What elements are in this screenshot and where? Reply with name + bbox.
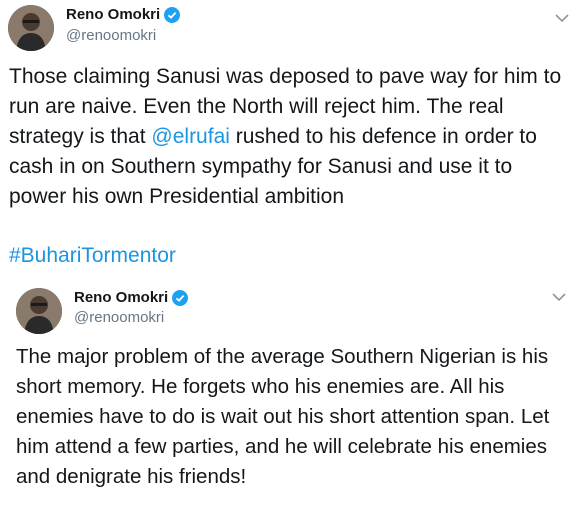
author-name-row[interactable]: Reno Omokri <box>74 289 189 306</box>
author-name-row[interactable]: Reno Omokri <box>66 6 181 23</box>
chevron-down-icon[interactable] <box>555 13 569 23</box>
verified-badge-icon <box>164 6 181 23</box>
main-tweet: Reno Omokri @renoomokri Those claiming S… <box>0 0 578 275</box>
hashtag-link[interactable]: #BuhariTormentor <box>9 241 176 271</box>
quoted-tweet-text: The major problem of the average Souther… <box>16 345 550 488</box>
author-handle[interactable]: @renoomokri <box>74 309 164 326</box>
mention-link[interactable]: @elrufai <box>151 125 230 148</box>
verified-badge-icon <box>172 289 189 306</box>
quoted-tweet[interactable]: Reno Omokri @renoomokri The major proble… <box>0 280 578 511</box>
avatar[interactable] <box>16 288 62 334</box>
author-name[interactable]: Reno Omokri <box>74 289 168 306</box>
author-handle[interactable]: @renoomokri <box>66 27 156 44</box>
tweet-text: Those claiming Sanusi was deposed to pav… <box>9 62 574 212</box>
chevron-down-icon[interactable] <box>552 292 566 302</box>
author-name[interactable]: Reno Omokri <box>66 6 160 23</box>
avatar[interactable] <box>8 5 54 51</box>
